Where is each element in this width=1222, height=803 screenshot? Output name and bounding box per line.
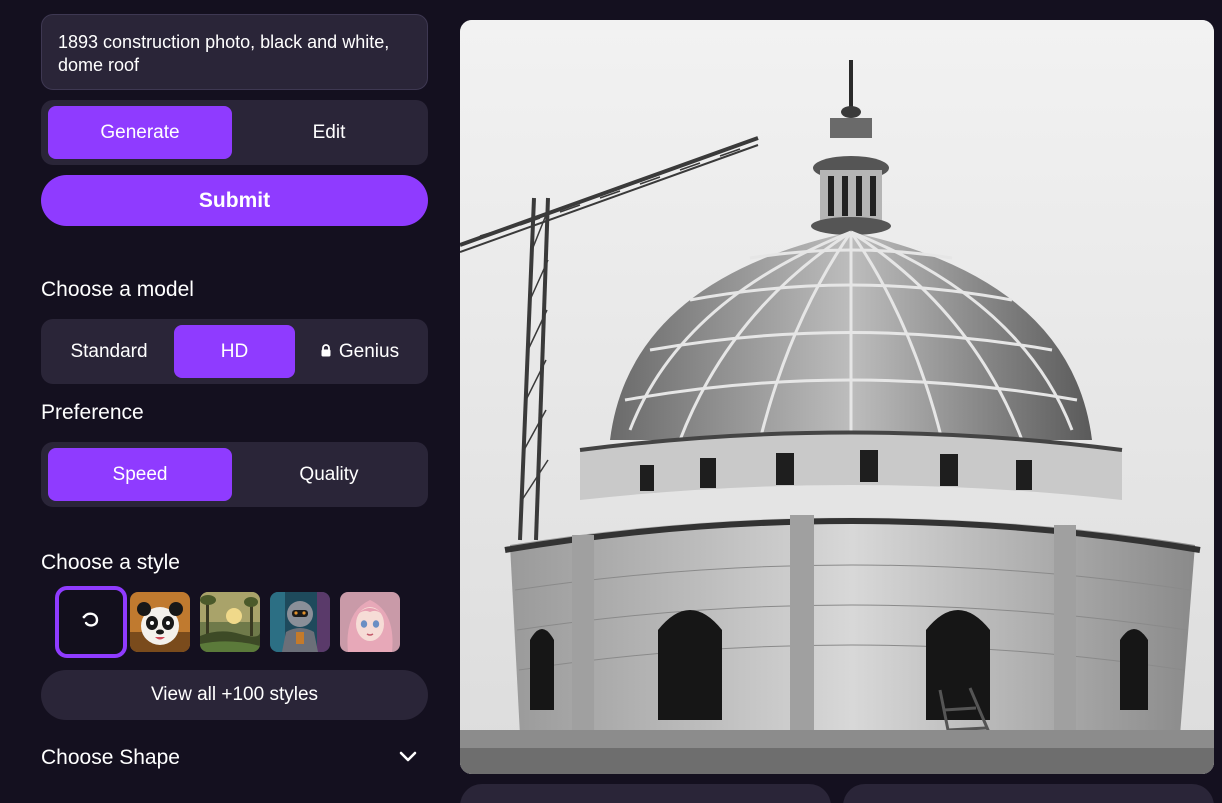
- model-genius-label: Genius: [338, 340, 400, 362]
- style-thumb-panda[interactable]: [130, 592, 190, 652]
- preference-option-quality[interactable]: Quality: [236, 448, 422, 501]
- model-option-hd[interactable]: HD: [174, 325, 295, 378]
- landscape-image: [200, 592, 260, 652]
- anime-girl-image: [340, 592, 400, 652]
- tab-generate[interactable]: Generate: [48, 106, 232, 159]
- style-thumb-robot[interactable]: [270, 592, 330, 652]
- prompt-text: 1893 construction photo, black and white…: [58, 32, 390, 75]
- model-standard-label: Standard: [70, 340, 148, 362]
- chevron-down-icon: [398, 750, 418, 769]
- model-selector: Standard HD Genius: [41, 319, 428, 384]
- preference-selector: Speed Quality: [41, 442, 428, 507]
- prompt-input[interactable]: 1893 construction photo, black and white…: [41, 14, 428, 90]
- submit-button[interactable]: Submit: [41, 175, 428, 226]
- submit-label: Submit: [198, 188, 271, 212]
- model-option-standard[interactable]: Standard: [48, 325, 170, 378]
- model-option-genius[interactable]: Genius: [299, 325, 421, 378]
- bottom-action-button-left[interactable]: [460, 784, 831, 803]
- bottom-action-button-right[interactable]: [843, 784, 1214, 803]
- style-thumb-anime[interactable]: [340, 592, 400, 652]
- tab-edit-label: Edit: [312, 121, 346, 143]
- preference-section-title: Preference: [41, 401, 144, 424]
- preference-speed-label: Speed: [112, 463, 168, 485]
- tab-edit[interactable]: Edit: [236, 106, 422, 159]
- generated-image[interactable]: [460, 20, 1214, 774]
- style-thumb-none[interactable]: [55, 586, 127, 658]
- robot-image: [270, 592, 330, 652]
- lock-icon: [321, 341, 331, 363]
- shape-section-title: Choose Shape: [41, 746, 180, 769]
- choose-shape-toggle[interactable]: Choose Shape: [41, 740, 428, 780]
- preference-quality-label: Quality: [299, 463, 359, 485]
- preference-option-speed[interactable]: Speed: [48, 448, 232, 501]
- model-hd-label: HD: [220, 340, 249, 362]
- no-style-icon: [80, 610, 102, 635]
- dome-construction-image: [460, 20, 1214, 774]
- panda-image: [130, 592, 190, 652]
- style-section-title: Choose a style: [41, 551, 180, 574]
- style-thumb-landscape[interactable]: [200, 592, 260, 652]
- mode-toggle: Generate Edit: [41, 100, 428, 165]
- view-all-styles-label: View all +100 styles: [150, 684, 319, 705]
- model-section-title: Choose a model: [41, 278, 194, 301]
- tab-generate-label: Generate: [100, 121, 180, 143]
- app: 1893 construction photo, black and white…: [0, 0, 1222, 803]
- style-thumbnails: [55, 586, 415, 658]
- view-all-styles-button[interactable]: View all +100 styles: [41, 670, 428, 720]
